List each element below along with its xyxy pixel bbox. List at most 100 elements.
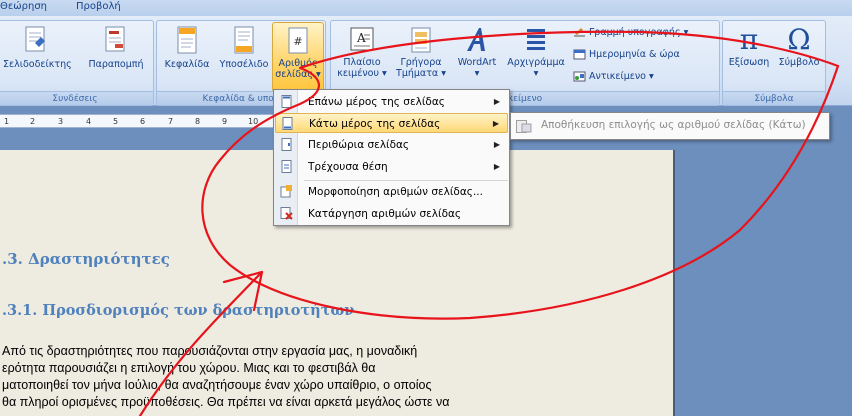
tab-view[interactable]: Προβολή [76, 1, 121, 12]
wordart-icon [467, 28, 485, 51]
menu-separator [304, 180, 508, 181]
ruler-number: 4 [86, 117, 92, 126]
page-margins-icon [281, 138, 292, 151]
equation-icon: π [739, 23, 759, 56]
group-label-symbols: Σύμβολα [723, 91, 825, 105]
heading-2: .3.1. Προσδιορισμός των δραστηριοτήτων [2, 302, 355, 319]
page-number-label-line1: Αριθμός [278, 58, 318, 69]
cross-reference-button[interactable]: Παραπομπή [83, 25, 149, 70]
chevron-down-icon: ▾ [649, 71, 654, 82]
menu-item-bottom-of-page[interactable]: Κάτω μέρος της σελίδας ▶ [275, 113, 508, 133]
paragraph-line: ματοποιηθεί τον μήνα Ιούλιο, θα αναζητήσ… [2, 378, 432, 392]
menu-item-top-of-page[interactable]: Επάνω μέρος της σελίδας ▶ [275, 92, 508, 112]
symbol-button[interactable]: Ω Σύμβολο [775, 23, 823, 68]
menu-item-label: Μορφοποίηση αριθμών σελίδας... [308, 186, 483, 198]
drop-cap-button[interactable]: Αρχιγράμμα ▾ [505, 25, 567, 79]
svg-text:A: A [356, 31, 366, 45]
ruler-number: 6 [140, 117, 146, 126]
bottom-of-page-submenu: Αποθήκευση επιλογής ως αριθμού σελίδας (… [510, 112, 830, 140]
bookmark-button[interactable]: Σελιδοδείκτης [3, 25, 72, 70]
header-button[interactable]: Κεφαλίδα [159, 25, 215, 70]
format-page-numbers-icon [280, 185, 292, 198]
equation-button[interactable]: π Εξίσωση [725, 23, 773, 68]
heading-1: .3. Δραστηριότητες [2, 250, 170, 268]
symbol-icon: Ω [787, 23, 811, 56]
text-box-label-line1: Πλαίσιο [343, 57, 381, 68]
text-box-label-line2: κειμένου [337, 68, 379, 79]
submenu-arrow-icon: ▶ [493, 140, 500, 149]
quick-parts-label-line1: Γρήγορα [400, 57, 442, 68]
bookmark-label: Σελιδοδείκτης [3, 59, 72, 70]
menu-item-label: Περιθώρια σελίδας [308, 139, 410, 151]
group-label-links: Συνδέσεις [0, 91, 153, 105]
group-links: Σελιδοδείκτης Παραπομπή Συνδέσεις [0, 20, 154, 106]
equation-label: Εξίσωση [728, 57, 770, 68]
page-number-button[interactable]: # Αριθμός σελίδας ▾ [272, 22, 324, 92]
menu-item-current-position[interactable]: Τρέχουσα θέση ▶ [275, 157, 508, 177]
page-top-icon [281, 95, 292, 108]
date-time-button[interactable]: Ημερομηνία & ώρα [573, 49, 680, 60]
header-label: Κεφαλίδα [164, 59, 210, 70]
text-box-button[interactable]: A Πλαίσιο κειμένου ▾ [335, 25, 389, 79]
body-paragraph: Από τις δραστηριότητες που παρουσιάζοντα… [2, 343, 550, 411]
text-box-icon: A [350, 27, 374, 51]
menu-item-label: Τρέχουσα θέση [308, 161, 388, 173]
tab-review[interactable]: Θεώρηση [0, 1, 47, 12]
drop-cap-label: Αρχιγράμμα [507, 57, 565, 68]
page-number-menu: Επάνω μέρος της σελίδας ▶ Κάτω μέρος της… [273, 89, 510, 226]
menu-item-label: Επάνω μέρος της σελίδας [308, 96, 445, 108]
object-button[interactable]: Αντικείμενο ▾ [573, 71, 654, 82]
footer-icon [234, 26, 254, 54]
object-label: Αντικείμενο [589, 71, 646, 82]
wordart-button[interactable]: WordArt ▾ [451, 25, 503, 79]
footer-button[interactable]: Υποσέλιδο [217, 25, 271, 70]
header-icon [177, 26, 197, 54]
page-number-label-line2: σελίδας [275, 69, 313, 80]
drop-cap-icon [527, 29, 545, 50]
cross-reference-icon [105, 26, 125, 52]
chevron-down-icon: ▾ [683, 27, 689, 38]
submenu-arrow-icon: ▶ [493, 162, 500, 171]
object-icon [573, 71, 586, 82]
date-time-label: Ημερομηνία & ώρα [589, 49, 680, 60]
quick-parts-label-line2: Τμήματα [396, 68, 439, 79]
signature-line-button[interactable]: Γραμμή υπογραφής ▾ [573, 27, 688, 38]
signature-line-label: Γραμμή υπογραφής [589, 27, 681, 38]
signature-line-icon [574, 28, 585, 37]
chevron-down-icon: ▾ [474, 68, 480, 79]
menu-item-label: Κατάργηση αριθμών σελίδας [308, 208, 462, 220]
quick-parts-button[interactable]: Γρήγορα Τμήματα ▾ [393, 25, 449, 79]
paragraph-line: ερότητα παρουσιάζει η επιλογή του χώρου.… [2, 361, 376, 375]
menu-item-format-page-numbers[interactable]: Μορφοποίηση αριθμών σελίδας... [275, 182, 508, 202]
symbol-label: Σύμβολο [778, 57, 820, 68]
quick-parts-icon [411, 27, 431, 53]
save-selection-icon [516, 120, 532, 133]
paragraph-line: Από τις δραστηριότητες που παρουσιάζοντα… [2, 344, 418, 358]
group-symbols: π Εξίσωση Ω Σύμβολο Σύμβολα [722, 20, 826, 106]
ruler-number: 1 [4, 117, 10, 126]
submenu-arrow-icon: ▶ [493, 97, 500, 106]
bookmark-icon [25, 26, 45, 52]
ruler-number: 2 [30, 117, 36, 126]
cross-reference-label: Παραπομπή [88, 59, 144, 70]
svg-text:#: # [293, 35, 302, 48]
wordart-label: WordArt [457, 57, 497, 68]
ruler-number: 8 [195, 117, 201, 126]
menu-item-remove-page-numbers[interactable]: Κατάργηση αριθμών σελίδας [275, 204, 508, 224]
ruler-number: 5 [113, 117, 119, 126]
chevron-down-icon: ▾ [382, 68, 387, 79]
current-position-icon [281, 160, 292, 173]
page-number-icon: # [288, 27, 308, 54]
menu-item-page-margins[interactable]: Περιθώρια σελίδας ▶ [275, 135, 508, 155]
chevron-down-icon: ▾ [533, 68, 539, 79]
save-selection-as-page-number-item: Αποθήκευση επιλογής ως αριθμού σελίδας (… [541, 119, 806, 131]
page-bottom-icon [282, 117, 293, 130]
ruler-number: 9 [222, 117, 228, 126]
ruler-number: 7 [168, 117, 174, 126]
ribbon-tab-strip: Θεώρηση Προβολή [0, 0, 852, 16]
ruler-number: 3 [58, 117, 64, 126]
remove-page-numbers-icon [280, 207, 293, 220]
chevron-down-icon: ▾ [441, 68, 446, 79]
ruler-number: 10 [248, 117, 259, 126]
date-time-icon [573, 49, 586, 60]
